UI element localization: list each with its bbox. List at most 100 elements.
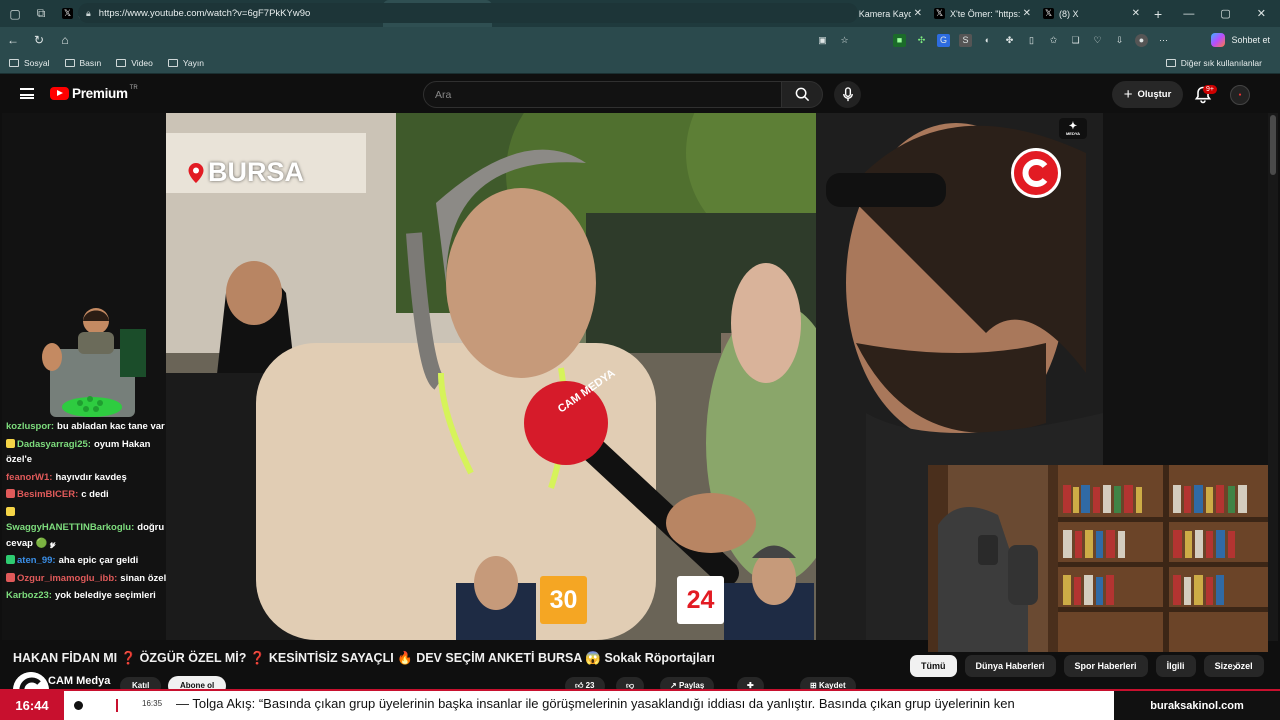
chat-message: feanorW1: hayıvdır kavdeş (6, 470, 166, 486)
browser-essentials-icon[interactable]: ♡ (1091, 34, 1104, 47)
browser-tab[interactable]: 𝕏 X'te Ömer: "https://✕ (928, 0, 1037, 27)
ext-move-icon[interactable]: ✣ (915, 34, 928, 47)
ticker-bullet-icon (74, 701, 83, 710)
downloads-icon[interactable]: ⇩ (1113, 34, 1126, 47)
tab-title: X'te Ömer: "https:// (950, 8, 1020, 19)
cam-medya-logo (1011, 148, 1061, 198)
x-logo-icon: 𝕏 (62, 8, 73, 19)
menu-icon[interactable] (20, 88, 34, 99)
folder-icon (64, 59, 75, 67)
chat-message: Dadasyarragi25: oyum Hakan özel'e (6, 437, 166, 468)
folder-icon (9, 59, 19, 67)
create-button[interactable]: + Oluştur (1112, 81, 1183, 108)
chat-username: SwaggyHANETTINBarkoglu: (6, 522, 135, 533)
youtube-logo[interactable]: Premium TR (50, 85, 138, 101)
folder-icon (167, 59, 178, 67)
restore-icon[interactable]: ▢ (1220, 7, 1230, 20)
filter-chip[interactable]: Dünya Haberleri (964, 655, 1056, 677)
right-candidate-count: 24 (677, 576, 724, 624)
copilot-icon (1211, 33, 1226, 47)
location-label: BURSA (187, 157, 304, 188)
chat-badge-icon (6, 506, 15, 516)
tab-title: (8) X (1059, 8, 1079, 19)
workspaces-icon[interactable]: ⧉ (30, 3, 52, 25)
chat-username: kozluspor: (6, 421, 55, 432)
ticker-clock: 16:44 (0, 691, 64, 720)
bookmark-sosyal[interactable]: Sosyal (9, 58, 50, 68)
ticker-timestamp: 16:35 (142, 699, 163, 708)
profile-avatar-icon[interactable]: ● (1135, 33, 1148, 47)
search-placeholder: Ara (435, 88, 452, 101)
home-icon[interactable]: ⌂ (52, 33, 78, 47)
screen-icon[interactable]: ▣ (816, 34, 829, 47)
split-screen-icon[interactable]: ▯ (1025, 34, 1038, 47)
filter-chip[interactable]: Tümü (910, 655, 957, 677)
bookmarks-bar: Sosyal Basın Video Yayın Diğer sık kulla… (0, 53, 1280, 74)
chat-username: Ozgur_imamoglu_ibb: (17, 572, 118, 584)
browser-tab[interactable]: 𝕏 (8) X ✕ (1037, 0, 1146, 27)
filter-chip[interactable]: İlgili (1155, 655, 1196, 677)
scrollbar-thumb[interactable] (1270, 115, 1276, 175)
ext-circle-icon[interactable]: ◐ (981, 34, 994, 47)
bookmark-basin[interactable]: Basın (64, 58, 101, 68)
reload-icon[interactable]: ↻ (26, 33, 52, 47)
voice-search-button[interactable] (834, 81, 861, 108)
more-icon[interactable]: ⋯ (1157, 34, 1170, 47)
url-bar[interactable]: 🔒︎ https://www.youtube.com/watch?v=6gF7P… (78, 3, 858, 23)
account-avatar[interactable]: ● (1230, 85, 1250, 105)
ext-translate-icon[interactable]: G (937, 33, 950, 47)
chat-message: BesimBICER: c dedi (6, 487, 166, 503)
search-button[interactable] (781, 81, 823, 108)
chat-text: c dedi (81, 489, 109, 500)
other-bookmarks[interactable]: Diğer sık kullanılanlar (1165, 58, 1262, 68)
logo-text: Premium (72, 86, 128, 101)
search-input[interactable]: Ara (423, 81, 782, 108)
chat-badge-icon (6, 572, 15, 582)
chat-badge-icon (6, 489, 15, 498)
collections-icon[interactable]: ❏ (1069, 34, 1082, 47)
close-window-icon[interactable]: ✕ (1257, 7, 1266, 20)
profile-icon[interactable]: ▢ (4, 3, 26, 25)
back-icon[interactable]: ← (0, 33, 26, 47)
notification-badge: 9+ (1203, 85, 1217, 94)
chat-username: Dadasyarragi25: (17, 438, 91, 450)
close-tab-icon[interactable]: ✕ (1023, 8, 1031, 19)
bookmark-video[interactable]: Video (116, 58, 153, 68)
new-tab-button[interactable]: + (1154, 6, 1162, 22)
chat-text: sinan özel (120, 572, 166, 584)
ext-s-icon[interactable]: S (959, 33, 972, 47)
left-candidate-count: 30 (540, 576, 587, 624)
ticker-headline: — Tolga Akış: “Basında çıkan grup üyeler… (176, 696, 1015, 711)
chat-message: kozluspor: bu abladan kac tane var (6, 419, 166, 435)
x-logo-icon: 𝕏 (1043, 8, 1054, 19)
chat-username: Karboz23: (6, 590, 52, 601)
bookmark-yayin[interactable]: Yayın (167, 58, 204, 68)
chevron-right-icon[interactable]: › (1232, 658, 1237, 674)
x-logo-icon: 𝕏 (934, 8, 945, 19)
star-icon[interactable]: ☆ (838, 34, 851, 47)
filter-chip[interactable]: Spor Haberleri (1063, 655, 1148, 677)
microphone-icon (842, 87, 853, 102)
bookmark-label: Yayın (182, 58, 204, 68)
close-tab-icon[interactable]: ✕ (914, 8, 922, 19)
youtube-play-icon (50, 87, 69, 100)
page-scrollbar[interactable] (1268, 113, 1278, 641)
c-logo-icon (1022, 159, 1048, 187)
chat-username: aten_99: (17, 555, 56, 566)
window-controls: — ▢ ✕ (1183, 0, 1280, 27)
folder-icon (1165, 59, 1176, 67)
chat-text: aha epic çar geldi (58, 555, 139, 566)
ext-puzzle-icon[interactable]: ✤ (1003, 34, 1016, 47)
close-tab-icon[interactable]: ✕ (1132, 8, 1140, 19)
favorites-icon[interactable]: ✩ (1047, 34, 1060, 47)
channel-name[interactable]: CAM Medya (48, 675, 110, 687)
copilot-label: Sohbet et (1231, 35, 1270, 45)
streamer-webcam-overlay (928, 465, 1268, 652)
video-side-gutter (1103, 113, 1268, 465)
ext-green-icon[interactable]: ■ (893, 33, 906, 47)
location-text: BURSA (208, 157, 305, 187)
minimize-icon[interactable]: — (1183, 8, 1194, 20)
watermark-text: MEDYA (1065, 130, 1081, 136)
copilot-button[interactable]: Sohbet et (1211, 31, 1270, 49)
bookmark-label: Video (131, 58, 153, 68)
